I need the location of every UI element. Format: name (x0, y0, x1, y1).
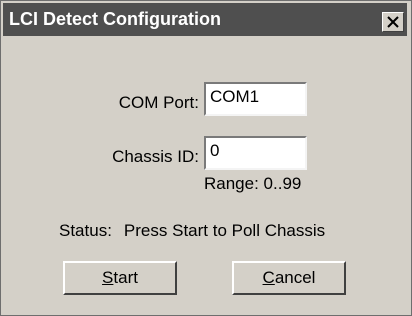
start-button[interactable]: Start (63, 261, 177, 295)
window-title: LCI Detect Configuration (9, 9, 221, 29)
close-button[interactable] (382, 12, 404, 32)
title-bar[interactable]: LCI Detect Configuration (3, 3, 407, 36)
cancel-button[interactable]: Cancel (232, 261, 346, 295)
com-port-field[interactable]: COM1 (204, 82, 307, 116)
cancel-mnemonic: C (262, 268, 275, 287)
close-icon (387, 16, 399, 28)
start-mnemonic: S (102, 268, 114, 287)
status-line: Status: Press Start to Poll Chassis (59, 221, 325, 241)
cancel-label-rest: ancel (274, 268, 316, 287)
chassis-id-range-hint: Range: 0..99 (204, 174, 302, 193)
start-label-rest: tart (113, 268, 138, 287)
status-text: Press Start to Poll Chassis (123, 221, 326, 240)
status-label: Status: (59, 221, 112, 240)
dialog-window: LCI Detect Configuration COM Port: COM1 … (0, 0, 412, 316)
com-port-label: COM Port: (118, 93, 199, 112)
chassis-id-label: Chassis ID: (112, 147, 199, 166)
chassis-id-field[interactable]: 0 (204, 136, 307, 170)
